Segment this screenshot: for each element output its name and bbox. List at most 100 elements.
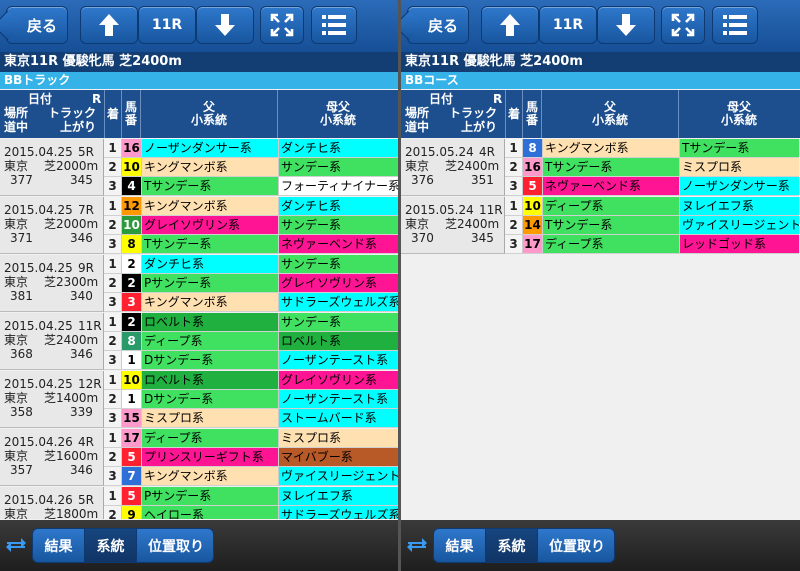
horse-number: 2 bbox=[122, 274, 141, 292]
race-group[interactable]: 2015.04.26 4R 東京 芝1600m 357 346 1 17 ディープ系 ミスプロ系 2… bbox=[0, 429, 398, 487]
table-row[interactable]: 2 10 グレイソヴリン系 サンデー系 bbox=[104, 216, 398, 235]
race-last: 346 bbox=[70, 347, 93, 361]
horse-number: 8 bbox=[523, 139, 542, 157]
sire-lineage: ノーザンダンサー系 bbox=[141, 139, 278, 157]
swap-icon[interactable] bbox=[406, 534, 428, 556]
race-title: 東京11R 優駿牝馬 芝2400m bbox=[0, 52, 398, 72]
header-track: トラック bbox=[48, 106, 97, 120]
horse-number: 10 bbox=[122, 216, 141, 234]
race-number-button[interactable]: 11R bbox=[138, 6, 196, 44]
table-row[interactable]: 1 10 ロベルト系 グレイソヴリン系 bbox=[104, 371, 398, 390]
race-last: 345 bbox=[70, 173, 93, 187]
table-row[interactable]: 1 2 ロベルト系 サンデー系 bbox=[104, 313, 398, 332]
arrow-up-icon bbox=[500, 14, 520, 36]
tab-result[interactable]: 結果 bbox=[434, 529, 486, 562]
table-row[interactable]: 2 10 キングマンボ系 サンデー系 bbox=[104, 158, 398, 177]
finish-rank: 2 bbox=[104, 216, 122, 234]
horse-number: 10 bbox=[523, 197, 542, 215]
race-track: 芝1400m bbox=[44, 391, 99, 405]
table-row[interactable]: 2 5 プリンスリーギフト系 マイバブー系 bbox=[104, 448, 398, 467]
race-group[interactable]: 2015.04.25 7R 東京 芝2000m 371 346 1 12 キングマンボ系 ダンチヒ… bbox=[0, 197, 398, 255]
tab-position[interactable]: 位置取り bbox=[538, 529, 614, 562]
table-row[interactable]: 3 5 ネヴァーベンド系 ノーザンダンサー系 bbox=[505, 177, 799, 196]
sire-lineage: ミスプロ系 bbox=[141, 409, 278, 427]
back-label: 戻る bbox=[26, 16, 57, 35]
header-mid: 道中 bbox=[4, 120, 29, 134]
next-race-button[interactable] bbox=[597, 6, 655, 44]
results-list[interactable]: 2015.04.25 5R 東京 芝2000m 377 345 1 16 ノーザンダンサー系 ダン… bbox=[0, 139, 398, 519]
menu-list-button[interactable] bbox=[712, 6, 758, 44]
damsire-lineage: ミスプロ系 bbox=[278, 429, 398, 447]
tab-lineage[interactable]: 系統 bbox=[486, 529, 538, 562]
table-row[interactable]: 2 9 ヘイロー系 サドラーズウェルズ系 bbox=[104, 506, 398, 519]
prev-race-button[interactable] bbox=[481, 6, 539, 44]
fullscreen-button[interactable] bbox=[260, 6, 304, 44]
race-group[interactable]: 2015.04.26 5R 東京 芝1800m 1 5 Pサンデー系 ヌレイエフ系 2 9 ヘイロー… bbox=[0, 487, 398, 519]
table-row[interactable]: 3 15 ミスプロ系 ストームバード系 bbox=[104, 409, 398, 428]
race-group[interactable]: 2015.05.24 4R 東京 芝2400m 376 351 1 8 キングマンボ系 Tサンデー… bbox=[401, 139, 800, 197]
table-row[interactable]: 37キングマンボ系ヴァイスリージェント系 bbox=[104, 467, 398, 486]
sire-lineage: Tサンデー系 bbox=[141, 235, 278, 253]
table-row[interactable]: 1 12 キングマンボ系 ダンチヒ系 bbox=[104, 197, 398, 216]
sire-lineage: Pサンデー系 bbox=[141, 487, 278, 505]
swap-icon[interactable] bbox=[5, 534, 27, 556]
race-track: 芝2000m bbox=[44, 217, 99, 231]
table-row[interactable]: 2 1 Dサンデー系 ノーザンテースト系 bbox=[104, 390, 398, 409]
race-date: 2015.05.24 bbox=[405, 145, 474, 159]
tab-position[interactable]: 位置取り bbox=[137, 529, 213, 562]
table-row[interactable]: 1 2 ダンチヒ系 サンデー系 bbox=[104, 255, 398, 274]
finish-rank: 3 bbox=[104, 409, 122, 427]
menu-list-button[interactable] bbox=[311, 6, 357, 44]
table-row[interactable]: 3 17 ディープ系 レッドゴッド系 bbox=[505, 235, 799, 254]
race-group[interactable]: 2015.04.25 12R 東京 芝1400m 358 339 1 10 ロベルト系 グレイソヴ… bbox=[0, 371, 398, 429]
table-row[interactable]: 1 8 キングマンボ系 Tサンデー系 bbox=[505, 139, 799, 158]
race-number-button[interactable]: 11R bbox=[539, 6, 597, 44]
header-r: R bbox=[92, 92, 102, 106]
table-row[interactable]: 3 1 Dサンデー系 ノーザンテースト系 bbox=[104, 351, 398, 370]
horse-number: 14 bbox=[523, 216, 542, 234]
race-group[interactable]: 2015.04.25 5R 東京 芝2000m 377 345 1 16 ノーザンダンサー系 ダン… bbox=[0, 139, 398, 197]
finish-rank: 3 bbox=[104, 467, 122, 485]
race-group[interactable]: 2015.04.25 11R 東京 芝2400m 368 346 1 2 ロベルト系 サンデー系 2… bbox=[0, 313, 398, 371]
race-group[interactable]: 2015.04.25 9R 東京 芝2300m 381 340 1 2 ダンチヒ系 サンデー系 2 2… bbox=[0, 255, 398, 313]
horse-number: 2 bbox=[122, 313, 141, 331]
prev-race-button[interactable] bbox=[80, 6, 138, 44]
back-button[interactable]: 戻る bbox=[6, 6, 68, 44]
race-date: 2015.05.24 bbox=[405, 203, 474, 217]
table-row[interactable]: 1 5 Pサンデー系 ヌレイエフ系 bbox=[104, 487, 398, 506]
damsire-lineage: ノーザンテースト系 bbox=[278, 351, 398, 369]
horse-number: 16 bbox=[523, 158, 542, 176]
tab-lineage[interactable]: 系統 bbox=[85, 529, 137, 562]
table-row[interactable]: 3 4 Tサンデー系 フォーティナイナー系 bbox=[104, 177, 398, 196]
fullscreen-button[interactable] bbox=[661, 6, 705, 44]
race-race: 9R bbox=[78, 261, 94, 275]
damsire-lineage: レッドゴッド系 bbox=[679, 235, 799, 253]
sire-lineage: ロベルト系 bbox=[141, 371, 278, 389]
table-row[interactable]: 3 3 キングマンボ系 サドラーズウェルズ系 bbox=[104, 293, 398, 312]
table-row[interactable]: 2 2 Pサンデー系 グレイソヴリン系 bbox=[104, 274, 398, 293]
damsire-lineage: ロベルト系 bbox=[278, 332, 398, 350]
tab-result-label: 結果 bbox=[44, 538, 73, 555]
results-list[interactable]: 2015.05.24 4R 東京 芝2400m 376 351 1 8 キングマンボ系 Tサンデー… bbox=[401, 139, 800, 519]
damsire-lineage: ヴァイスリージェント系 bbox=[679, 216, 799, 234]
back-label: 戻る bbox=[427, 16, 458, 35]
table-row[interactable]: 2 16 Tサンデー系 ミスプロ系 bbox=[505, 158, 799, 177]
race-race: 4R bbox=[78, 435, 94, 449]
table-row[interactable]: 3 8 Tサンデー系 ネヴァーベンド系 bbox=[104, 235, 398, 254]
race-group[interactable]: 2015.05.24 11R 東京 芝2400m 370 345 1 10 ディープ系 ヌレイエフ… bbox=[401, 197, 800, 255]
next-race-button[interactable] bbox=[196, 6, 254, 44]
horse-number: 8 bbox=[122, 332, 141, 350]
back-button[interactable]: 戻る bbox=[407, 6, 469, 44]
table-row[interactable]: 214Tサンデー系ヴァイスリージェント系 bbox=[505, 216, 799, 235]
race-mid: 371 bbox=[10, 231, 33, 245]
finish-rank: 3 bbox=[104, 177, 122, 195]
finish-rank: 2 bbox=[104, 390, 122, 408]
table-row[interactable]: 2 8 ディープ系 ロベルト系 bbox=[104, 332, 398, 351]
tab-lineage-label: 系統 bbox=[497, 538, 526, 555]
tab-lineage-label: 系統 bbox=[96, 538, 125, 555]
table-row[interactable]: 1 10 ディープ系 ヌレイエフ系 bbox=[505, 197, 799, 216]
tab-result[interactable]: 結果 bbox=[33, 529, 85, 562]
finish-rank: 1 bbox=[104, 487, 122, 505]
table-row[interactable]: 1 16 ノーザンダンサー系 ダンチヒ系 bbox=[104, 139, 398, 158]
table-row[interactable]: 1 17 ディープ系 ミスプロ系 bbox=[104, 429, 398, 448]
